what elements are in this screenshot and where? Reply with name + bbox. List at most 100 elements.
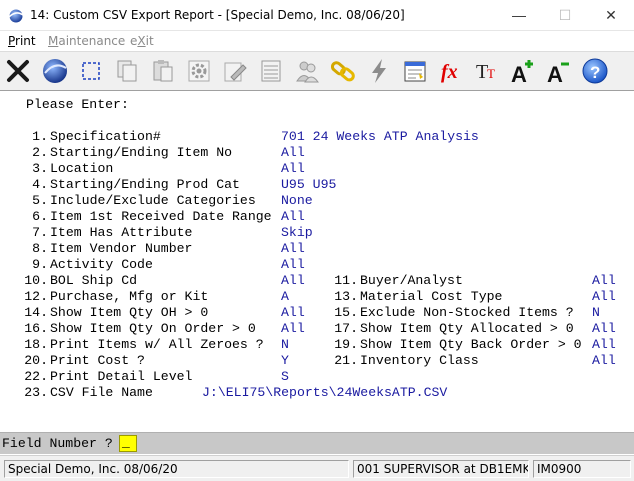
field-label: Starting/Ending Prod Cat [50,177,240,192]
field-number: 23. [24,385,48,400]
field-value: All [281,145,305,160]
font-decrease-icon[interactable]: A [543,55,575,87]
field-label: Buyer/Analyst [360,273,463,288]
field-value: S [281,369,289,384]
minimize-button[interactable]: — [496,0,542,31]
font-size-icon[interactable]: TT [471,55,503,87]
menu-maintenance[interactable]: Maintenance [48,34,125,48]
field-label: Show Item Qty Allocated > 0 [360,321,574,336]
field-number: 6. [32,209,48,224]
field-label: Print Cost ? [50,353,145,368]
users-icon[interactable] [291,55,323,87]
field-number-prompt-label: Field Number ? [2,436,113,451]
copy-icon[interactable] [111,55,143,87]
svg-text:?: ? [590,63,600,82]
field-label: Exclude Non-Stocked Items ? [360,305,574,320]
field-label: Purchase, Mfg or Kit [50,289,209,304]
menu-bar: Print Maintenance eXit [0,31,634,51]
field-value: All [592,337,616,352]
field-value: U95 U95 [281,177,337,192]
field-value: 701 24 Weeks ATP Analysis [281,129,479,144]
maximize-button[interactable]: ☐ [542,0,588,31]
status-program: IM0900 [533,460,631,478]
field-value: A [281,289,289,304]
field-number: 17. [334,321,358,336]
field-number: 22. [24,369,48,384]
field-number: 20. [24,353,48,368]
field-number: 2. [32,145,48,160]
field-number: 12. [24,289,48,304]
status-user: 001 SUPERVISOR at DB1EMK [353,460,529,478]
field-label: Specification# [50,129,161,144]
list-view-icon[interactable] [255,55,287,87]
paste-icon[interactable] [147,55,179,87]
field-label: CSV File Name [50,385,153,400]
field-number: 5. [32,193,48,208]
font-increase-icon[interactable]: A [507,55,539,87]
field-number: 21. [334,353,358,368]
calendar-icon[interactable] [399,55,431,87]
function-fx-icon[interactable]: fx [435,55,467,87]
app-logo-icon [8,9,24,23]
field-label: Include/Exclude Categories [50,193,256,208]
menu-exit-rest: it [145,34,154,48]
field-number: 10. [24,273,48,288]
field-number-prompt-bar: Field Number ? _ [0,432,634,454]
field-label: Show Item Qty On Order > 0 [50,321,256,336]
field-label: Print Items w/ All Zeroes ? [50,337,264,352]
status-company: Special Demo, Inc. 08/06/20 [4,460,349,478]
form-area: Please Enter: 1. Specification# 701 24 Wee… [0,92,634,432]
field-number: 16. [24,321,48,336]
field-number: 9. [32,257,48,272]
field-number: 15. [334,305,358,320]
svg-text:fx: fx [441,61,458,83]
field-label: Location [50,161,114,176]
field-number: 11. [334,273,358,288]
field-label: Activity Code [50,257,153,272]
field-label: Print Detail Level [50,369,193,384]
field-value: Skip [281,225,313,240]
field-value: All [592,273,616,288]
lightning-icon[interactable] [363,55,395,87]
toolbar: fx TT A A ? [0,51,634,91]
field-label: Show Item Qty Back Order > 0 [360,337,582,352]
field-value: All [592,321,616,336]
field-label: Starting/Ending Item No [50,145,233,160]
field-value: Y [281,353,289,368]
field-number: 4. [32,177,48,192]
svg-text:T: T [487,66,495,81]
svg-text:A: A [511,62,527,87]
link-chain-icon[interactable] [327,55,359,87]
edit-icon[interactable] [219,55,251,87]
help-icon[interactable]: ? [579,55,611,87]
field-value: All [281,257,305,272]
menu-exit[interactable]: eXit [130,34,154,48]
field-number: 14. [24,305,48,320]
form-header: Please Enter: [26,97,129,112]
close-x-icon[interactable] [2,55,34,87]
field-label: Item Has Attribute [50,225,193,240]
field-number: 8. [32,241,48,256]
field-label: BOL Ship Cd [50,273,138,288]
field-number: 19. [334,337,358,352]
menu-print[interactable]: Print [8,34,36,48]
close-window-button[interactable]: ✕ [588,0,634,31]
field-number: 1. [32,129,48,144]
field-value: N [281,337,289,352]
field-label: Item 1st Received Date Range [50,209,272,224]
field-number: 18. [24,337,48,352]
field-value: None [281,193,313,208]
field-value: All [281,305,305,320]
field-number-input[interactable]: _ [119,435,137,452]
select-area-icon[interactable] [75,55,107,87]
csv-file-name-value: J:\ELI75\Reports\24WeeksATP.CSV [202,385,448,400]
menu-maintenance-rest: aintenance [58,34,126,48]
field-value: All [281,321,305,336]
field-value: All [281,273,305,288]
field-number: 13. [334,289,358,304]
menu-print-rest: rint [15,34,36,48]
field-number: 7. [32,225,48,240]
field-label: Show Item Qty OH > 0 [50,305,209,320]
settings-gear-icon[interactable] [183,55,215,87]
globe-icon[interactable] [39,55,71,87]
